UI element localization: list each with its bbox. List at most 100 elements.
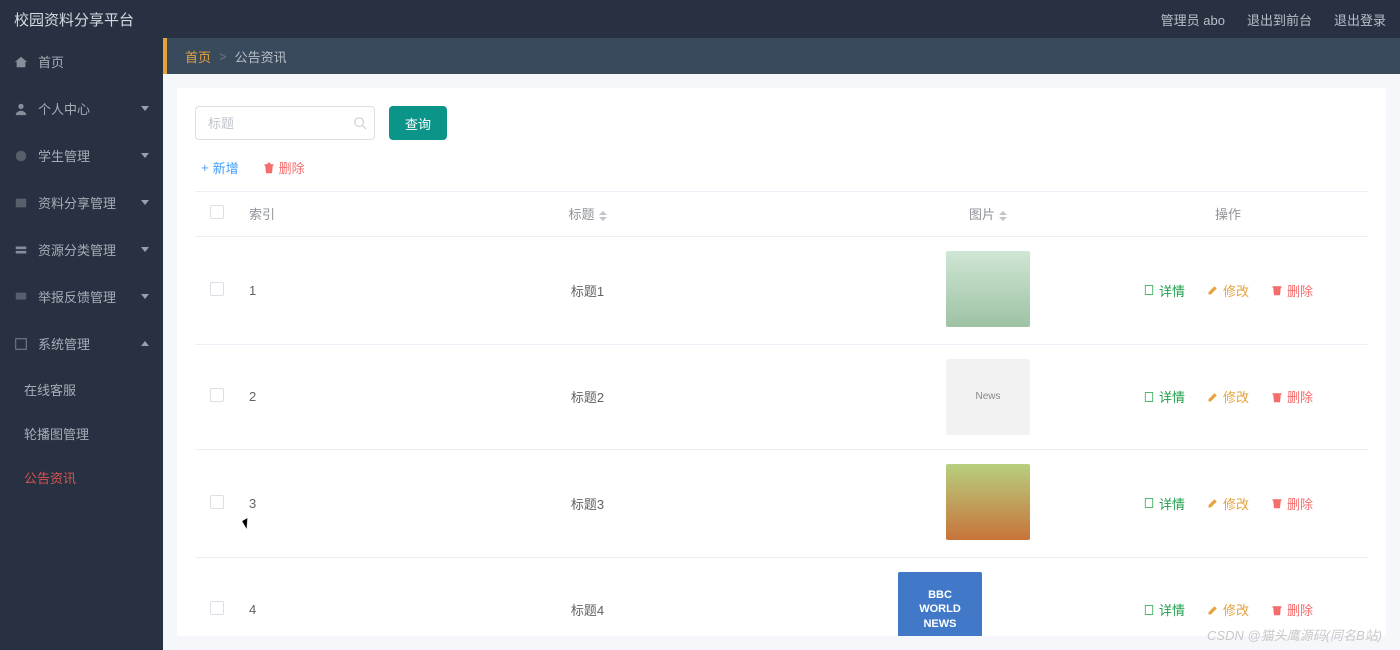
chevron-down-icon: [141, 247, 149, 252]
row-actions: 详情 修改 删除: [1098, 281, 1358, 300]
nav-announcement[interactable]: 公告资讯: [0, 455, 163, 499]
row-thumbnail[interactable]: News: [946, 359, 1030, 435]
trash-icon: [1271, 604, 1283, 616]
chevron-down-icon: [141, 153, 149, 158]
chat-icon: [14, 290, 28, 304]
row-actions: 详情 修改 删除: [1098, 600, 1358, 619]
user-icon: [14, 102, 28, 116]
bulk-actions: + 新增 删除: [195, 158, 1368, 192]
detail-button[interactable]: 详情: [1143, 494, 1185, 513]
edit-icon: [1207, 497, 1219, 509]
category-icon: [14, 243, 28, 257]
nav-resource-category[interactable]: 资源分类管理: [0, 226, 163, 273]
row-checkbox[interactable]: [210, 601, 224, 615]
home-icon: [14, 55, 28, 69]
doc-icon: [1143, 284, 1155, 296]
breadcrumb-home[interactable]: 首页: [185, 47, 211, 66]
nav-sub-label: 轮播图管理: [24, 424, 89, 443]
row-checkbox[interactable]: [210, 495, 224, 509]
row-checkbox[interactable]: [210, 282, 224, 296]
nav-report-feedback[interactable]: 举报反馈管理: [0, 273, 163, 320]
row-delete-button[interactable]: 删除: [1271, 494, 1313, 513]
chevron-down-icon: [141, 294, 149, 299]
detail-button[interactable]: 详情: [1143, 387, 1185, 406]
edit-button[interactable]: 修改: [1207, 281, 1249, 300]
row-index: 2: [239, 344, 287, 449]
row-title: 标题3: [287, 449, 888, 557]
row-checkbox[interactable]: [210, 388, 224, 402]
col-action: 操作: [1088, 192, 1368, 236]
row-thumbnail[interactable]: BBCWORLDNEWS: [898, 572, 982, 637]
trash-icon: [1271, 284, 1283, 296]
row-index: 1: [239, 236, 287, 344]
row-thumbnail[interactable]: [946, 464, 1030, 540]
topbar: 校园资料分享平台 管理员 abo 退出到前台 退出登录: [0, 0, 1400, 38]
sort-icon: [599, 211, 607, 221]
trash-icon: [1271, 391, 1283, 403]
select-all-checkbox[interactable]: [210, 205, 224, 219]
nav-label: 首页: [38, 52, 64, 71]
doc-icon: [1143, 391, 1155, 403]
add-button[interactable]: + 新增: [201, 158, 239, 177]
row-index: 4: [239, 557, 287, 636]
row-thumbnail[interactable]: [946, 251, 1030, 327]
nav-home[interactable]: 首页: [0, 38, 163, 85]
header-actions: 管理员 abo 退出到前台 退出登录: [1161, 10, 1386, 29]
row-title: 标题1: [287, 236, 888, 344]
nav-online-service[interactable]: 在线客服: [0, 367, 163, 411]
nav-students[interactable]: 学生管理: [0, 132, 163, 179]
delete-button[interactable]: 删除: [263, 158, 305, 177]
col-image[interactable]: 图片: [888, 192, 1088, 236]
col-index[interactable]: 索引: [239, 192, 287, 236]
sidebar: 首页 个人中心 学生管理 资料分享管理 资源分类管理 举报反馈管理 系统管理 在…: [0, 38, 163, 650]
nav-label: 资料分享管理: [38, 193, 116, 212]
edit-button[interactable]: 修改: [1207, 387, 1249, 406]
nav-label: 资源分类管理: [38, 240, 116, 259]
nav-resource-share[interactable]: 资料分享管理: [0, 179, 163, 226]
chevron-down-icon: [141, 106, 149, 111]
edit-button[interactable]: 修改: [1207, 600, 1249, 619]
row-delete-button[interactable]: 删除: [1271, 281, 1313, 300]
sort-icon: [999, 211, 1007, 221]
search-button[interactable]: 查询: [389, 106, 447, 140]
search-input[interactable]: [195, 106, 375, 140]
chevron-down-icon: [141, 200, 149, 205]
doc-icon: [1143, 497, 1155, 509]
system-icon: [14, 337, 28, 351]
nav-label: 举报反馈管理: [38, 287, 116, 306]
row-delete-button[interactable]: 删除: [1271, 387, 1313, 406]
row-actions: 详情 修改 删除: [1098, 494, 1358, 513]
exit-to-front-link[interactable]: 退出到前台: [1247, 10, 1312, 29]
row-delete-button[interactable]: 删除: [1271, 600, 1313, 619]
col-title[interactable]: 标题: [287, 192, 888, 236]
detail-button[interactable]: 详情: [1143, 281, 1185, 300]
nav-system[interactable]: 系统管理: [0, 320, 163, 367]
edit-icon: [1207, 284, 1219, 296]
content: 首页 > 公告资讯 查询 + 新增 删除: [163, 38, 1400, 650]
student-icon: [14, 149, 28, 163]
data-table: 索引 标题 图片 操作 1标题1详情修改删除2标题2News详情修改删除3标题3…: [195, 192, 1368, 636]
trash-icon: [1271, 497, 1283, 509]
admin-label[interactable]: 管理员 abo: [1161, 10, 1225, 29]
share-icon: [14, 196, 28, 210]
table-row: 1标题1 详情 修改 删除: [195, 236, 1368, 344]
chevron-up-icon: [141, 341, 149, 346]
search-wrap: [195, 106, 375, 140]
breadcrumb-current: 公告资讯: [235, 47, 287, 66]
plus-icon: +: [201, 160, 209, 175]
nav-carousel[interactable]: 轮播图管理: [0, 411, 163, 455]
breadcrumb-sep: >: [219, 49, 227, 64]
breadcrumb: 首页 > 公告资讯: [163, 38, 1400, 74]
search-toolbar: 查询: [195, 106, 1368, 140]
row-title: 标题4: [287, 557, 888, 636]
nav-profile[interactable]: 个人中心: [0, 85, 163, 132]
search-icon: [353, 116, 367, 130]
logout-link[interactable]: 退出登录: [1334, 10, 1386, 29]
table-row: 3标题3 详情 修改 删除: [195, 449, 1368, 557]
edit-button[interactable]: 修改: [1207, 494, 1249, 513]
nav-sub-label: 在线客服: [24, 380, 76, 399]
detail-button[interactable]: 详情: [1143, 600, 1185, 619]
row-title: 标题2: [287, 344, 888, 449]
row-index: 3: [239, 449, 287, 557]
card: 查询 + 新增 删除 索引 标题 图片: [177, 88, 1386, 636]
